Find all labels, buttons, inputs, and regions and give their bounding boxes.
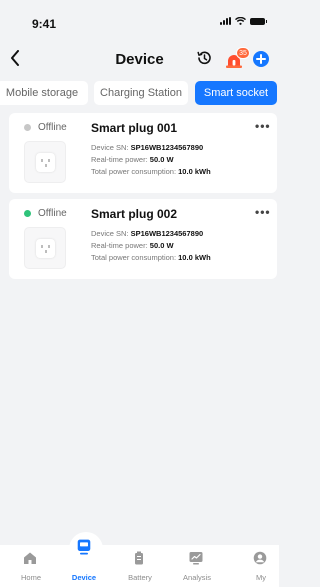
tab-bar-home[interactable]: Home: [1, 545, 61, 587]
status-bar: 9:41: [0, 0, 279, 42]
realtime-power-value: 50.0 W: [149, 155, 174, 164]
device-icon: [77, 539, 91, 555]
realtime-power-value: 50.0 W: [149, 241, 174, 250]
tab-bar-label: Analysis: [183, 573, 211, 582]
socket-icon: [36, 239, 55, 258]
tab-smart-socket[interactable]: Smart socket: [195, 81, 277, 105]
device-status: Offline: [38, 208, 67, 219]
tab-charging-station[interactable]: Charging Station: [94, 81, 188, 105]
device-card[interactable]: Offline Smart plug 001 ••• Device SN: SP…: [9, 113, 277, 193]
device-name: Smart plug 001: [91, 121, 178, 135]
wifi-icon: [235, 17, 246, 25]
realtime-power: Real-time power: 50.0 W: [91, 241, 174, 250]
battery-icon: [135, 551, 143, 565]
nav-bar: Device 35: [0, 42, 279, 76]
status-dot: [24, 210, 31, 217]
more-options-button[interactable]: •••: [255, 205, 271, 219]
battery-status-icon: [250, 17, 267, 25]
smart-plug-image: [24, 227, 66, 269]
signal-icon: [220, 17, 231, 25]
home-icon: [24, 552, 36, 564]
realtime-power: Real-time power: 50.0 W: [91, 155, 174, 164]
tab-bar-my[interactable]: My: [231, 545, 291, 587]
more-options-button[interactable]: •••: [255, 119, 271, 133]
realtime-power-label: Real-time power:: [91, 241, 150, 250]
device-sn-value: SP16WB1234567890: [130, 143, 204, 152]
analysis-icon: [189, 552, 203, 565]
total-consumption-value: 10.0 kWh: [178, 167, 211, 176]
back-button[interactable]: [10, 44, 34, 72]
profile-icon: [253, 551, 267, 565]
smart-plug-image: [24, 141, 66, 183]
status-dot: [24, 124, 31, 131]
device-sn-label: Device SN:: [91, 143, 131, 152]
status-time: 9:41: [32, 17, 57, 31]
tab-bar-label: Home: [20, 573, 41, 582]
total-consumption-label: Total power consumption:: [91, 253, 179, 262]
device-sn-value: SP16WB1234567890: [130, 229, 204, 238]
history-icon[interactable]: [196, 50, 212, 66]
tab-bar-analysis[interactable]: Analysis: [167, 545, 227, 587]
device-sn-label: Device SN:: [91, 229, 131, 238]
alarm-count-badge: 35: [236, 47, 250, 59]
tab-bar-label: My: [256, 573, 266, 582]
total-consumption: Total power consumption: 10.0 kWh: [91, 253, 211, 262]
device-status: Offline: [38, 122, 67, 133]
chevron-left-icon: [11, 50, 19, 66]
tab-bar-device[interactable]: Device: [54, 539, 114, 587]
device-category-tabs: Mobile storage Charging Station Smart so…: [0, 81, 279, 105]
add-device-button[interactable]: [253, 51, 269, 67]
tab-mobile-storage[interactable]: Mobile storage: [0, 81, 88, 105]
socket-icon: [36, 153, 55, 172]
device-card[interactable]: Offline Smart plug 002 ••• Device SN: SP…: [9, 199, 277, 279]
bottom-tab-bar: Home Device Battery Analysis My: [0, 539, 279, 587]
device-sn: Device SN: SP16WB1234567890: [91, 143, 203, 152]
total-consumption: Total power consumption: 10.0 kWh: [91, 167, 211, 176]
plus-icon: [256, 54, 266, 64]
tab-bar-battery[interactable]: Battery: [110, 545, 170, 587]
status-icons: [220, 17, 267, 25]
tab-bar-label: Device: [71, 573, 97, 582]
device-name: Smart plug 002: [91, 207, 178, 221]
tab-bar-label: Battery: [128, 573, 152, 582]
realtime-power-label: Real-time power:: [91, 155, 150, 164]
device-sn: Device SN: SP16WB1234567890: [91, 229, 203, 238]
total-consumption-label: Total power consumption:: [91, 167, 179, 176]
total-consumption-value: 10.0 kWh: [178, 253, 211, 262]
